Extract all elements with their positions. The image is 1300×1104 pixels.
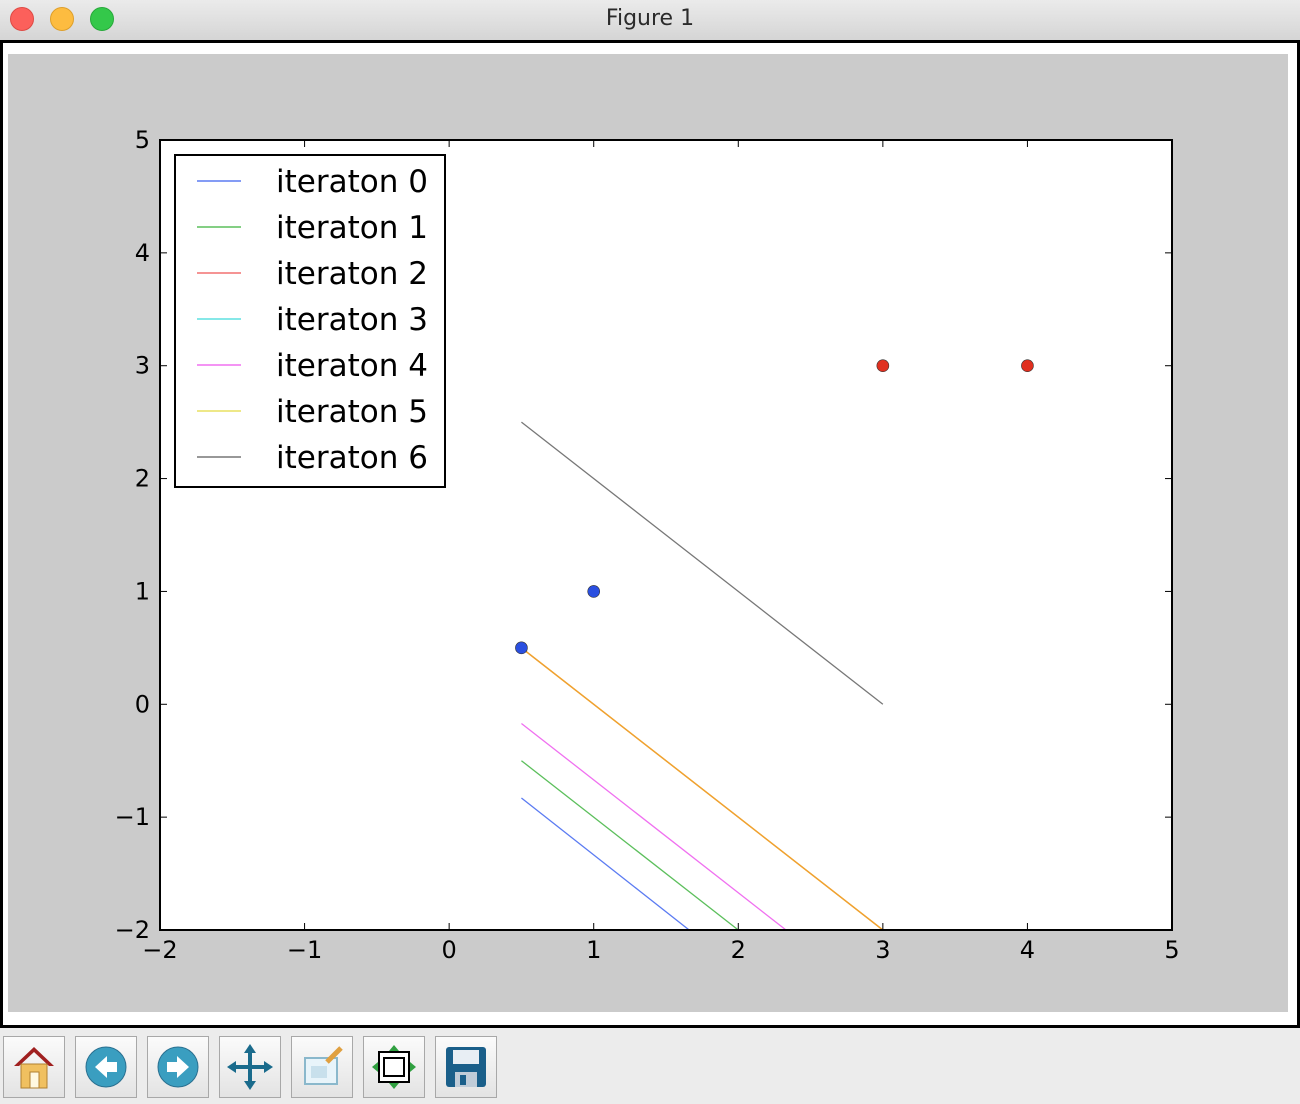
y-tick-label: 3 xyxy=(135,352,150,380)
x-tick-label: −1 xyxy=(287,936,322,964)
save-button[interactable] xyxy=(435,1036,497,1098)
y-tick-label: 1 xyxy=(135,577,150,605)
legend-label-0: iteraton 0 xyxy=(276,164,428,200)
y-tick-label: 5 xyxy=(135,126,150,154)
y-tick-label: 2 xyxy=(135,465,150,493)
x-tick-label: 3 xyxy=(875,936,890,964)
pan-arrows-icon xyxy=(227,1044,273,1090)
plot-svg: −2 −1 0 1 2 3 4 5−2−1012345iteraton 0iteraton 1… xyxy=(115,126,1180,964)
x-tick-label: 1 xyxy=(586,936,601,964)
x-tick-label: 4 xyxy=(1020,936,1035,964)
subplots-icon xyxy=(372,1045,416,1089)
y-tick-label: 0 xyxy=(135,690,150,718)
legend-label-6: iteraton 6 xyxy=(276,440,428,476)
data-point-3 xyxy=(1021,359,1034,373)
zoom-button[interactable] xyxy=(291,1036,353,1098)
data-point-0 xyxy=(515,641,528,655)
subplots-button[interactable] xyxy=(363,1036,425,1098)
y-tick-label: 4 xyxy=(135,239,150,267)
legend-label-3: iteraton 3 xyxy=(276,302,428,338)
legend-label-2: iteraton 2 xyxy=(276,256,428,292)
navigation-toolbar xyxy=(0,1028,1300,1104)
back-arrow-icon xyxy=(85,1046,127,1088)
home-button[interactable] xyxy=(3,1036,65,1098)
zoom-rect-icon xyxy=(304,1046,343,1085)
x-tick-label: 5 xyxy=(1164,936,1179,964)
x-tick-label: 2 xyxy=(731,936,746,964)
back-button[interactable] xyxy=(75,1036,137,1098)
x-tick-label: 0 xyxy=(442,936,457,964)
legend-label-1: iteraton 1 xyxy=(276,210,428,246)
home-icon xyxy=(14,1047,54,1089)
pan-button[interactable] xyxy=(219,1036,281,1098)
forward-arrow-icon xyxy=(157,1046,199,1088)
data-point-2 xyxy=(876,359,890,373)
legend-label-4: iteraton 4 xyxy=(276,348,428,384)
floppy-disk-icon xyxy=(446,1047,486,1087)
y-tick-label: −2 xyxy=(115,916,150,944)
legend-label-5: iteraton 5 xyxy=(276,394,428,430)
data-point-1 xyxy=(587,585,601,598)
y-tick-label: −1 xyxy=(115,803,150,831)
forward-button[interactable] xyxy=(147,1036,209,1098)
